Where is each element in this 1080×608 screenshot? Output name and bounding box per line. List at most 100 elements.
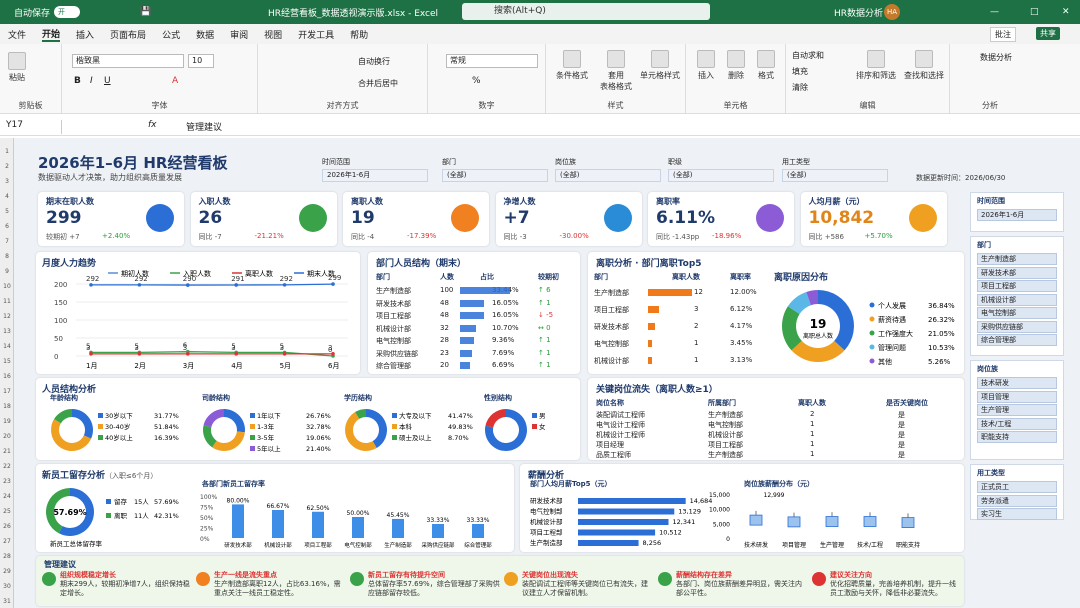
slicer-item[interactable]: 职能支持 <box>977 431 1057 443</box>
fx-icon[interactable]: fx <box>148 120 157 130</box>
maximize-icon[interactable]: □ <box>1030 7 1039 17</box>
kpi-title: 入职人数 <box>198 197 231 206</box>
menu-1[interactable]: 开始 <box>42 27 61 42</box>
menu-3[interactable]: 页面布局 <box>110 28 146 41</box>
paste-button[interactable]: 粘贴 <box>8 52 26 83</box>
share-button[interactable]: 共享 <box>1036 27 1060 40</box>
slicer-item[interactable]: 劳务派遣 <box>977 494 1057 507</box>
wrap-button[interactable]: 自动换行 <box>358 56 390 67</box>
slicer-item[interactable]: 项目管理 <box>977 390 1057 403</box>
bold-button[interactable]: B <box>74 76 81 86</box>
menu-6[interactable]: 审阅 <box>230 28 248 41</box>
row-header[interactable]: 9 <box>0 268 14 275</box>
menu-0[interactable]: 文件 <box>8 28 26 41</box>
slicer-item[interactable]: 采购供应链部 <box>977 320 1057 333</box>
row-header[interactable]: 22 <box>0 463 14 470</box>
font-size-select[interactable]: 10 <box>188 54 214 68</box>
number-format-select[interactable]: 常规 <box>446 54 538 68</box>
row-header[interactable]: 19 <box>0 418 14 425</box>
menu-4[interactable]: 公式 <box>162 28 180 41</box>
filter-select[interactable]: (全部) <box>668 169 774 182</box>
row-header[interactable]: 15 <box>0 358 14 365</box>
row-header[interactable]: 20 <box>0 433 14 440</box>
underline-button[interactable]: U <box>104 76 111 86</box>
italic-button[interactable]: I <box>90 76 93 86</box>
row-header[interactable]: 13 <box>0 328 14 335</box>
row-header[interactable]: 14 <box>0 343 14 350</box>
slicer-item[interactable]: 电气控制部 <box>977 307 1057 319</box>
row-header[interactable]: 25 <box>0 508 14 515</box>
find-select-button[interactable]: 查找和选择 <box>900 50 948 81</box>
row-header[interactable]: 10 <box>0 283 14 290</box>
minimize-icon[interactable]: — <box>990 7 999 17</box>
row-header[interactable]: 7 <box>0 238 14 245</box>
row-header[interactable]: 4 <box>0 193 14 200</box>
autosave-toggle[interactable]: 开 <box>54 6 81 18</box>
row-header[interactable]: 12 <box>0 313 14 320</box>
clear-button[interactable]: 清除 <box>792 82 808 93</box>
format-cells-button[interactable]: 格式 <box>752 50 780 81</box>
row-header[interactable]: 2 <box>0 163 14 170</box>
slicer-item[interactable]: 机械设计部 <box>977 293 1057 306</box>
avatar[interactable]: HA <box>884 4 900 20</box>
slicer-item[interactable]: 2026年1-6月 <box>977 209 1057 221</box>
slicer-item[interactable]: 实习生 <box>977 508 1057 520</box>
menu-5[interactable]: 数据 <box>196 28 214 41</box>
font-color-button[interactable]: A <box>172 76 178 86</box>
autosum-button[interactable]: 自动求和 <box>792 50 824 61</box>
percent-button[interactable]: % <box>472 76 481 86</box>
insert-cells-button[interactable]: 插入 <box>692 50 720 81</box>
menu-8[interactable]: 开发工具 <box>298 28 334 41</box>
row-header[interactable]: 27 <box>0 538 14 545</box>
row-header[interactable]: 5 <box>0 208 14 215</box>
row-header[interactable]: 11 <box>0 298 14 305</box>
row-header[interactable]: 21 <box>0 448 14 455</box>
sort-filter-button[interactable]: 排序和筛选 <box>854 50 898 81</box>
slicer-item[interactable]: 综合管理部 <box>977 334 1057 346</box>
menu-7[interactable]: 视图 <box>264 28 282 41</box>
row-header[interactable]: 29 <box>0 568 14 575</box>
row-header[interactable]: 16 <box>0 373 14 380</box>
advice-heading: 建议关注方向 <box>830 571 872 579</box>
menu-9[interactable]: 帮助 <box>350 28 368 41</box>
table-format-button[interactable]: 套用 表格格式 <box>598 50 634 92</box>
quit-col-header: 离职率 <box>730 273 751 281</box>
comment-button[interactable]: 批注 <box>990 27 1016 42</box>
formula-input[interactable]: 管理建议 <box>186 120 222 133</box>
filter-select[interactable]: 2026年1-6月 <box>322 169 428 182</box>
row-header[interactable]: 18 <box>0 403 14 410</box>
row-header[interactable]: 8 <box>0 253 14 260</box>
menu-2[interactable]: 插入 <box>76 28 94 41</box>
filter-select[interactable]: (全部) <box>442 169 548 182</box>
row-header[interactable]: 6 <box>0 223 14 230</box>
filter-select[interactable]: (全部) <box>555 169 661 182</box>
font-name-select[interactable]: 楷致黑 <box>72 54 184 68</box>
slicer-item[interactable]: 技术研发 <box>977 377 1057 389</box>
search-box[interactable]: 搜索(Alt+Q) <box>462 3 710 20</box>
fill-button[interactable]: 填充 <box>792 66 808 77</box>
row-header[interactable]: 3 <box>0 178 14 185</box>
conditional-format-button[interactable]: 条件格式 <box>552 50 592 81</box>
slicer-item[interactable]: 项目工程部 <box>977 280 1057 292</box>
slicer-item[interactable]: 生产管理 <box>977 404 1057 416</box>
save-icon[interactable]: 💾 <box>140 7 151 17</box>
close-icon[interactable]: ✕ <box>1062 7 1070 17</box>
row-header[interactable]: 1 <box>0 148 14 155</box>
merge-button[interactable]: 合并后居中 <box>358 78 398 89</box>
row-header[interactable]: 28 <box>0 553 14 560</box>
row-header[interactable]: 24 <box>0 493 14 500</box>
row-header[interactable]: 17 <box>0 388 14 395</box>
row-header[interactable]: 30 <box>0 583 14 590</box>
slicer-item[interactable]: 生产制造部 <box>977 253 1057 265</box>
row-header[interactable]: 26 <box>0 523 14 530</box>
slicer-item[interactable]: 正式员工 <box>977 481 1057 493</box>
row-header[interactable]: 23 <box>0 478 14 485</box>
delete-cells-button[interactable]: 删除 <box>722 50 750 81</box>
data-analysis-button[interactable]: 数据分析 <box>980 52 1012 63</box>
cell-style-button[interactable]: 单元格样式 <box>636 50 684 81</box>
row-header[interactable]: 31 <box>0 598 14 605</box>
slicer-item[interactable]: 研发技术部 <box>977 266 1057 279</box>
filter-select[interactable]: (全部) <box>782 169 888 182</box>
name-box[interactable]: Y17 <box>2 120 62 134</box>
slicer-item[interactable]: 技术/工程 <box>977 417 1057 430</box>
